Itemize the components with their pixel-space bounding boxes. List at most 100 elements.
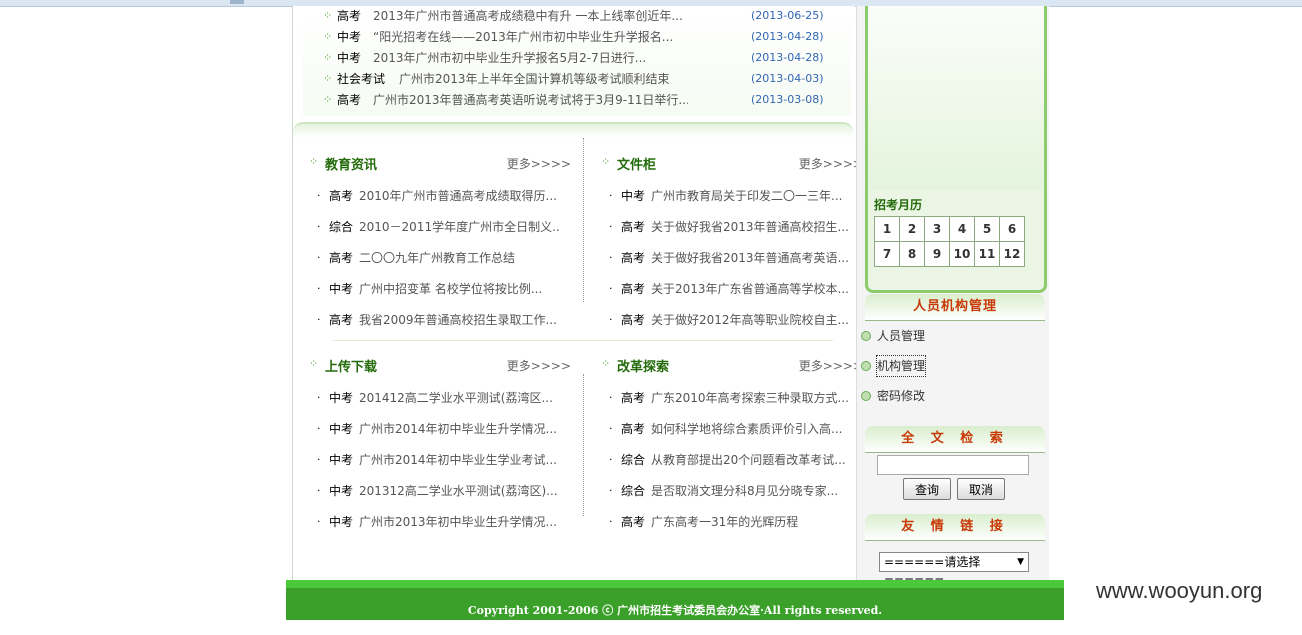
list-item[interactable]: · 高考 广东2010年高考探索三种录取方式... <box>593 388 863 408</box>
item-title[interactable]: 广州市2014年初中毕业生学业考试... <box>359 450 559 470</box>
calendar-month-8[interactable]: 8 <box>899 241 925 267</box>
calendar-month-1[interactable]: 1 <box>874 216 900 242</box>
item-title[interactable]: 广州市2013年初中毕业生升学情况... <box>359 512 559 532</box>
block-header: ⁘ 文件柜 更多>>>> <box>593 152 863 173</box>
menu-item-org[interactable]: 机构管理 <box>861 355 1041 377</box>
item-title[interactable]: 广东2010年高考探索三种录取方式... <box>651 388 851 408</box>
list-item[interactable]: · 高考 我省2009年普通高校招生录取工作... <box>301 310 571 330</box>
list-item[interactable]: · 高考 关于做好我省2013年普通高考英语... <box>593 248 863 268</box>
more-link[interactable]: 更多>>>> <box>507 357 571 374</box>
list-item[interactable]: · 综合 从教育部提出20个问题看改革考试... <box>593 450 863 470</box>
list-item[interactable]: · 高考 二〇〇九年广州教育工作总结 <box>301 248 571 268</box>
list-item[interactable]: · 综合 2010－2011学年度广州市全日制义... <box>301 217 571 237</box>
item-title[interactable]: 二〇〇九年广州教育工作总结 <box>359 248 559 268</box>
dot-bullet-icon: · <box>609 251 613 264</box>
item-category: 高考 <box>621 422 646 436</box>
more-link[interactable]: 更多>>>> <box>799 155 863 172</box>
news-item[interactable]: ⁘ 高考 广州市2013年普通高考英语听说考试将于3月9-11日举行... (2013… <box>303 90 843 110</box>
search-button[interactable]: 查询 <box>903 478 951 500</box>
list-item[interactable]: · 高考 关于2013年广东省普通高等学校本... <box>593 279 863 299</box>
block-title: 上传下载 <box>325 360 378 375</box>
dot-bullet-icon: · <box>317 220 321 233</box>
news-title[interactable]: 广州市2013年上半年全国计算机等级考试顺利结束 <box>399 69 714 89</box>
item-title[interactable]: 关于做好2012年高等职业院校自主... <box>651 310 851 330</box>
circle-bullet-icon <box>861 361 871 371</box>
fulltext-search-input[interactable] <box>877 455 1029 475</box>
list-item[interactable]: · 中考 201412高二学业水平测试(荔湾区... <box>301 388 571 408</box>
list-item[interactable]: · 高考 2010年广州市普通高考成绩取得历... <box>301 186 571 206</box>
news-title[interactable]: 2013年广州市初中毕业生升学报名5月2-7日进行... <box>373 48 688 68</box>
menu-label: 机构管理 <box>875 355 927 377</box>
calendar-month-4[interactable]: 4 <box>949 216 975 242</box>
list-item[interactable]: · 高考 关于做好我省2013年普通高校招生... <box>593 217 863 237</box>
news-title[interactable]: 广州市2013年普通高考英语听说考试将于3月9-11日举行... <box>373 90 688 110</box>
arrow-bullet-icon: ⁘ <box>309 357 319 370</box>
item-category: 中考 <box>329 484 354 498</box>
item-title[interactable]: 如何科学地将综合素质评价引入高... <box>651 419 851 439</box>
list-item[interactable]: · 中考 广州市2014年初中毕业生学业考试... <box>301 450 571 470</box>
item-title[interactable]: 关于做好我省2013年普通高考英语... <box>651 248 851 268</box>
item-title[interactable]: 201312高二学业水平测试(荔湾区)... <box>359 481 559 501</box>
item-title[interactable]: 2010－2011学年度广州市全日制义... <box>359 217 559 237</box>
footer-notice: 本网站所有信息，未经书面许可不得转载复制 <box>554 620 795 634</box>
calendar-month-3[interactable]: 3 <box>924 216 950 242</box>
dot-bullet-icon: · <box>317 515 321 528</box>
dot-bullet-icon: · <box>609 189 613 202</box>
calendar-month-12[interactable]: 12 <box>999 241 1025 267</box>
list-item[interactable]: · 中考 广州中招变革 名校学位将按比例... <box>301 279 571 299</box>
arrow-bullet-icon: ⁘ <box>309 155 319 168</box>
menu-item-password[interactable]: 密码修改 <box>861 386 1041 406</box>
item-title[interactable]: 关于2013年广东省普通高等学校本... <box>651 279 851 299</box>
item-title[interactable]: 广州市教育局关于印发二〇一三年... <box>651 186 851 206</box>
news-item[interactable]: ⁘ 社会考试 广州市2013年上半年全国计算机等级考试顺利结束 (2013-04-03… <box>303 69 843 89</box>
item-title[interactable]: 我省2009年普通高校招生录取工作... <box>359 310 559 330</box>
item-category: 中考 <box>329 453 354 467</box>
list-item[interactable]: · 综合 是否取消文理分科8月见分晓专家... <box>593 481 863 501</box>
list-item[interactable]: · 中考 广州市2013年初中毕业生升学情况... <box>301 512 571 532</box>
calendar-month-11[interactable]: 11 <box>974 241 1000 267</box>
more-link[interactable]: 更多>>>> <box>799 357 863 374</box>
horizontal-divider <box>333 340 833 341</box>
friend-links-select[interactable]: ======请选择======▼ <box>879 552 1029 587</box>
cancel-button[interactable]: 取消 <box>957 478 1005 500</box>
list-item[interactable]: · 中考 广州市2014年初中毕业生升学情况... <box>301 419 571 439</box>
block-title: 改革探索 <box>617 360 670 375</box>
item-title[interactable]: 是否取消文理分科8月见分晓专家... <box>651 481 851 501</box>
block-title: 教育资讯 <box>325 158 378 173</box>
news-item[interactable]: ⁘ 中考 “阳光招考在线——2013年广州市初中毕业生升学报名... (2013-04… <box>303 27 843 47</box>
item-title[interactable]: 关于做好我省2013年普通高校招生... <box>651 217 851 237</box>
list-item[interactable]: · 高考 广东高考一31年的光辉历程 <box>593 512 863 532</box>
list-item[interactable]: · 中考 201312高二学业水平测试(荔湾区)... <box>301 481 571 501</box>
news-category: 高考 <box>337 93 362 107</box>
calendar-month-5[interactable]: 5 <box>974 216 1000 242</box>
news-item[interactable]: ⁘ 中考 2013年广州市初中毕业生升学报名5月2-7日进行... (2013-04-… <box>303 48 843 68</box>
item-category: 中考 <box>329 391 354 405</box>
menu-item-staff[interactable]: 人员管理 <box>861 326 1041 346</box>
list-item[interactable]: · 中考 广州市教育局关于印发二〇一三年... <box>593 186 863 206</box>
item-title[interactable]: 201412高二学业水平测试(荔湾区... <box>359 388 559 408</box>
news-item[interactable]: ⁘ 高考 2013年广州市普通高考成绩稳中有升 一本上线率创近年... (2013-0… <box>303 6 843 26</box>
news-title[interactable]: 2013年广州市普通高考成绩稳中有升 一本上线率创近年... <box>373 6 688 26</box>
list-item[interactable]: · 高考 关于做好2012年高等职业院校自主... <box>593 310 863 330</box>
item-category: 中考 <box>621 189 646 203</box>
news-category: 中考 <box>337 30 362 44</box>
admin-panel-header: 人员机构管理 <box>865 294 1045 321</box>
news-date: (2013-04-28) <box>751 51 824 64</box>
news-title[interactable]: “阳光招考在线——2013年广州市初中毕业生升学报名... <box>373 27 688 47</box>
item-title[interactable]: 从教育部提出20个问题看改革考试... <box>651 450 851 470</box>
list-item[interactable]: · 高考 如何科学地将综合素质评价引入高... <box>593 419 863 439</box>
item-category: 高考 <box>621 313 646 327</box>
item-title[interactable]: 2010年广州市普通高考成绩取得历... <box>359 186 559 206</box>
calendar-month-2[interactable]: 2 <box>899 216 925 242</box>
dot-bullet-icon: · <box>609 220 613 233</box>
item-title[interactable]: 广州市2014年初中毕业生升学情况... <box>359 419 559 439</box>
item-title[interactable]: 广州中招变革 名校学位将按比例... <box>359 279 559 299</box>
calendar-month-6[interactable]: 6 <box>999 216 1025 242</box>
more-link[interactable]: 更多>>>> <box>507 155 571 172</box>
calendar-month-10[interactable]: 10 <box>949 241 975 267</box>
item-category: 高考 <box>621 282 646 296</box>
calendar-month-7[interactable]: 7 <box>874 241 900 267</box>
item-title[interactable]: 广东高考一31年的光辉历程 <box>651 512 851 532</box>
calendar-month-9[interactable]: 9 <box>924 241 950 267</box>
item-category: 中考 <box>329 515 354 529</box>
